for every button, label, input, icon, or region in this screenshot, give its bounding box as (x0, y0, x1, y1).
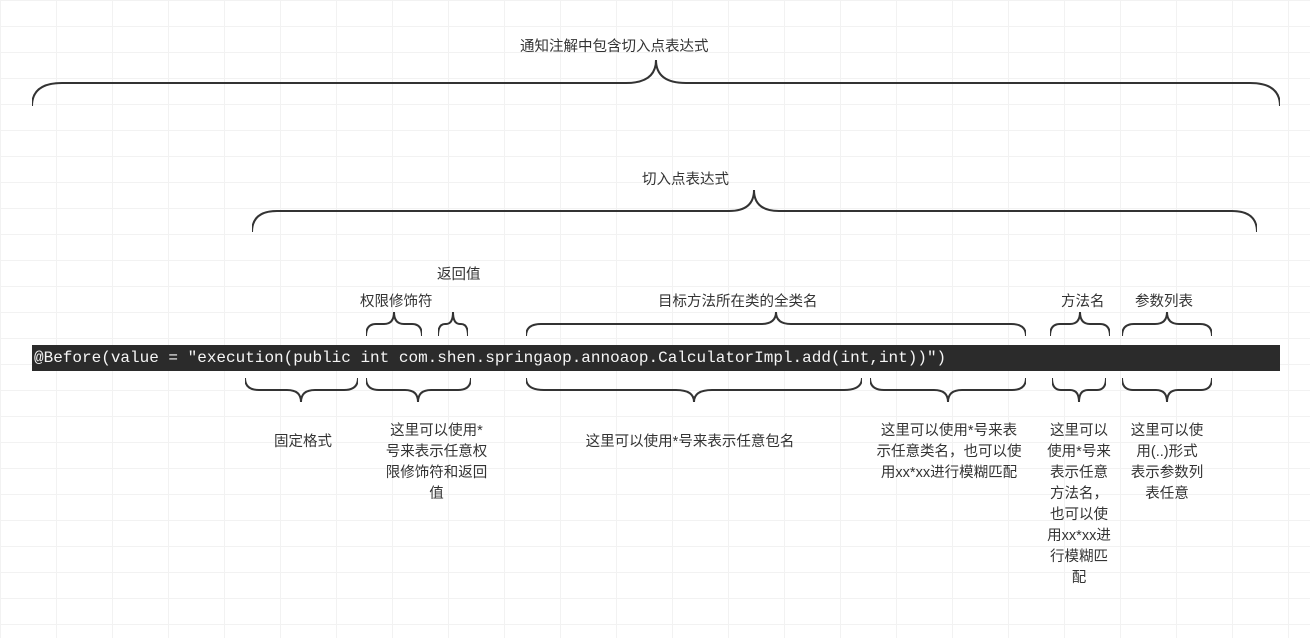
brace-cls-below (870, 378, 1026, 402)
label-params: 参数列表 (1135, 290, 1193, 311)
brace-pkg-below (526, 378, 862, 402)
brace-args-below (1122, 378, 1212, 402)
note-args: 这里可以使用(..)形式表示参数列表任意 (1130, 421, 1204, 505)
brace-top-whole (32, 60, 1280, 106)
brace-return-above (438, 312, 468, 336)
note-fixed: 固定格式 (268, 432, 338, 453)
note-modret: 这里可以使用*号来表示任意权限修饰符和返回值 (384, 421, 489, 505)
brace-meth-below (1052, 378, 1106, 402)
note-pkg: 这里可以使用*号来表示任意包名 (560, 432, 820, 453)
note-meth: 这里可以使用*号来表示任意方法名，也可以使用xx*xx进行模糊匹配 (1043, 421, 1115, 589)
label-return: 返回值 (437, 263, 481, 284)
code-bar: @Before(value = "execution(public int co… (32, 345, 1280, 371)
label-modifier: 权限修饰符 (360, 290, 433, 311)
note-cls: 这里可以使用*号来表示任意类名，也可以使用xx*xx进行模糊匹配 (876, 421, 1022, 484)
label-method: 方法名 (1061, 290, 1105, 311)
title-expr: 切入点表达式 (642, 168, 729, 189)
brace-method-above (1050, 312, 1110, 336)
brace-modifier-above (366, 312, 422, 336)
brace-params-above (1122, 312, 1212, 336)
label-fqcn: 目标方法所在类的全类名 (658, 290, 818, 311)
brace-fixed-below (245, 378, 358, 402)
brace-fqcn-above (526, 312, 1026, 336)
brace-modret-below (366, 378, 471, 402)
title-top: 通知注解中包含切入点表达式 (520, 35, 709, 56)
brace-expr (252, 190, 1257, 232)
